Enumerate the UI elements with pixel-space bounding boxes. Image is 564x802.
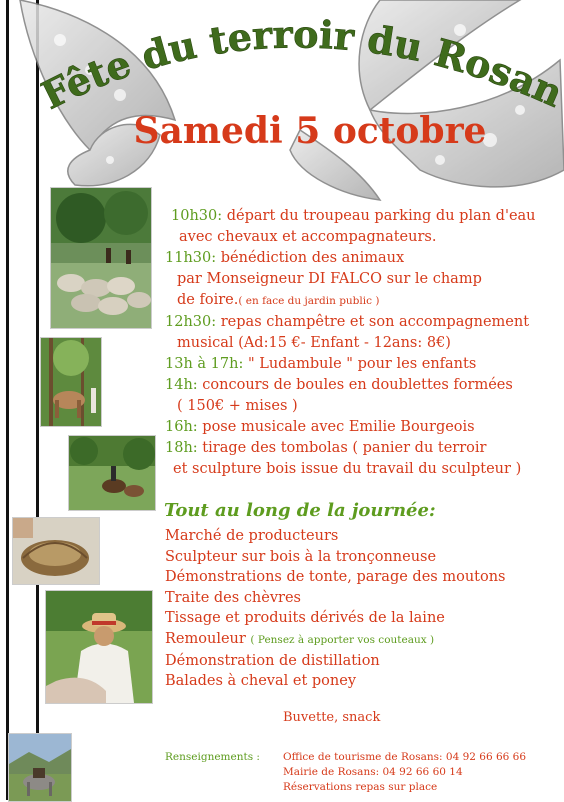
buvette-text: Buvette, snack — [283, 710, 381, 725]
programme-item: 11h30: bénédiction des animaux — [165, 250, 405, 266]
info-label: Renseignements : — [165, 751, 260, 763]
event-date: Samedi 5 octobre — [133, 110, 487, 152]
programme-item: 10h30: départ du troupeau parking du pla… — [171, 208, 536, 224]
programme-line: ( 150€ + mises ) — [177, 398, 298, 414]
programme-item: 18h: tirage des tombolas ( panier du ter… — [165, 440, 487, 456]
list-item: Traite des chèvres — [165, 589, 302, 606]
list-item: Marché de producteurs — [165, 528, 339, 544]
programme-item: 14h: concours de boules en doublettes fo… — [165, 377, 513, 393]
list-item: Remouleur ( Pensez à apporter vos coutea… — [165, 630, 435, 647]
programme-item: 16h: pose musicale avec Emilie Bourgeois — [165, 419, 475, 435]
programme-line: de foire.( en face du jardin public ) — [177, 292, 380, 308]
contact-line: Mairie de Rosans: 04 92 66 60 14 — [283, 766, 463, 778]
list-item: Tissage et produits dérivés de la laine — [165, 610, 445, 627]
programme-item: 13h à 17h: " Ludambule " pour les enfant… — [165, 356, 477, 372]
contact-line: Office de tourisme de Rosans: 04 92 66 6… — [283, 751, 527, 763]
contact-line: Réservations repas sur place — [283, 781, 438, 793]
photo-horse-forest — [40, 337, 102, 427]
contact-info: Office de tourisme de Rosans: 04 92 66 6… — [283, 750, 526, 795]
list-item: Sculpteur sur bois à la tronçonneuse — [165, 548, 437, 565]
photo-flock-sheep — [50, 187, 152, 329]
programme-line: par Monseigneur DI FALCO sur le champ — [177, 271, 482, 287]
programme-line: avec chevaux et accompagnateurs. — [179, 229, 437, 245]
programme-list: 10h30: départ du troupeau parking du pla… — [165, 206, 564, 480]
svg-text:Fête du terroir du Rosanais: Fête du terroir du Rosanais — [40, 0, 564, 110]
all-day-list: Marché de producteurs Sculpteur sur bois… — [165, 526, 506, 692]
event-title: Fête du terroir du Rosanais — [40, 0, 564, 110]
programme-line: et sculpture bois issue du travail du sc… — [173, 461, 522, 477]
all-day-heading: Tout au long de la journée: — [164, 500, 436, 521]
list-item: Démonstration de distillation — [165, 652, 380, 669]
photo-donkey — [8, 733, 72, 802]
photo-child-hat — [45, 590, 153, 704]
programme-item: 12h30: repas champêtre et son accompagne… — [165, 314, 530, 330]
list-item: Balades à cheval et poney — [165, 673, 357, 690]
programme-line: musical (Ad:15 €- Enfant - 12ans: 8€) — [177, 335, 451, 351]
list-item: Démonstrations de tonte, parage des mout… — [165, 569, 506, 586]
photo-basket-weaving — [12, 517, 100, 585]
photo-riders — [68, 435, 156, 511]
